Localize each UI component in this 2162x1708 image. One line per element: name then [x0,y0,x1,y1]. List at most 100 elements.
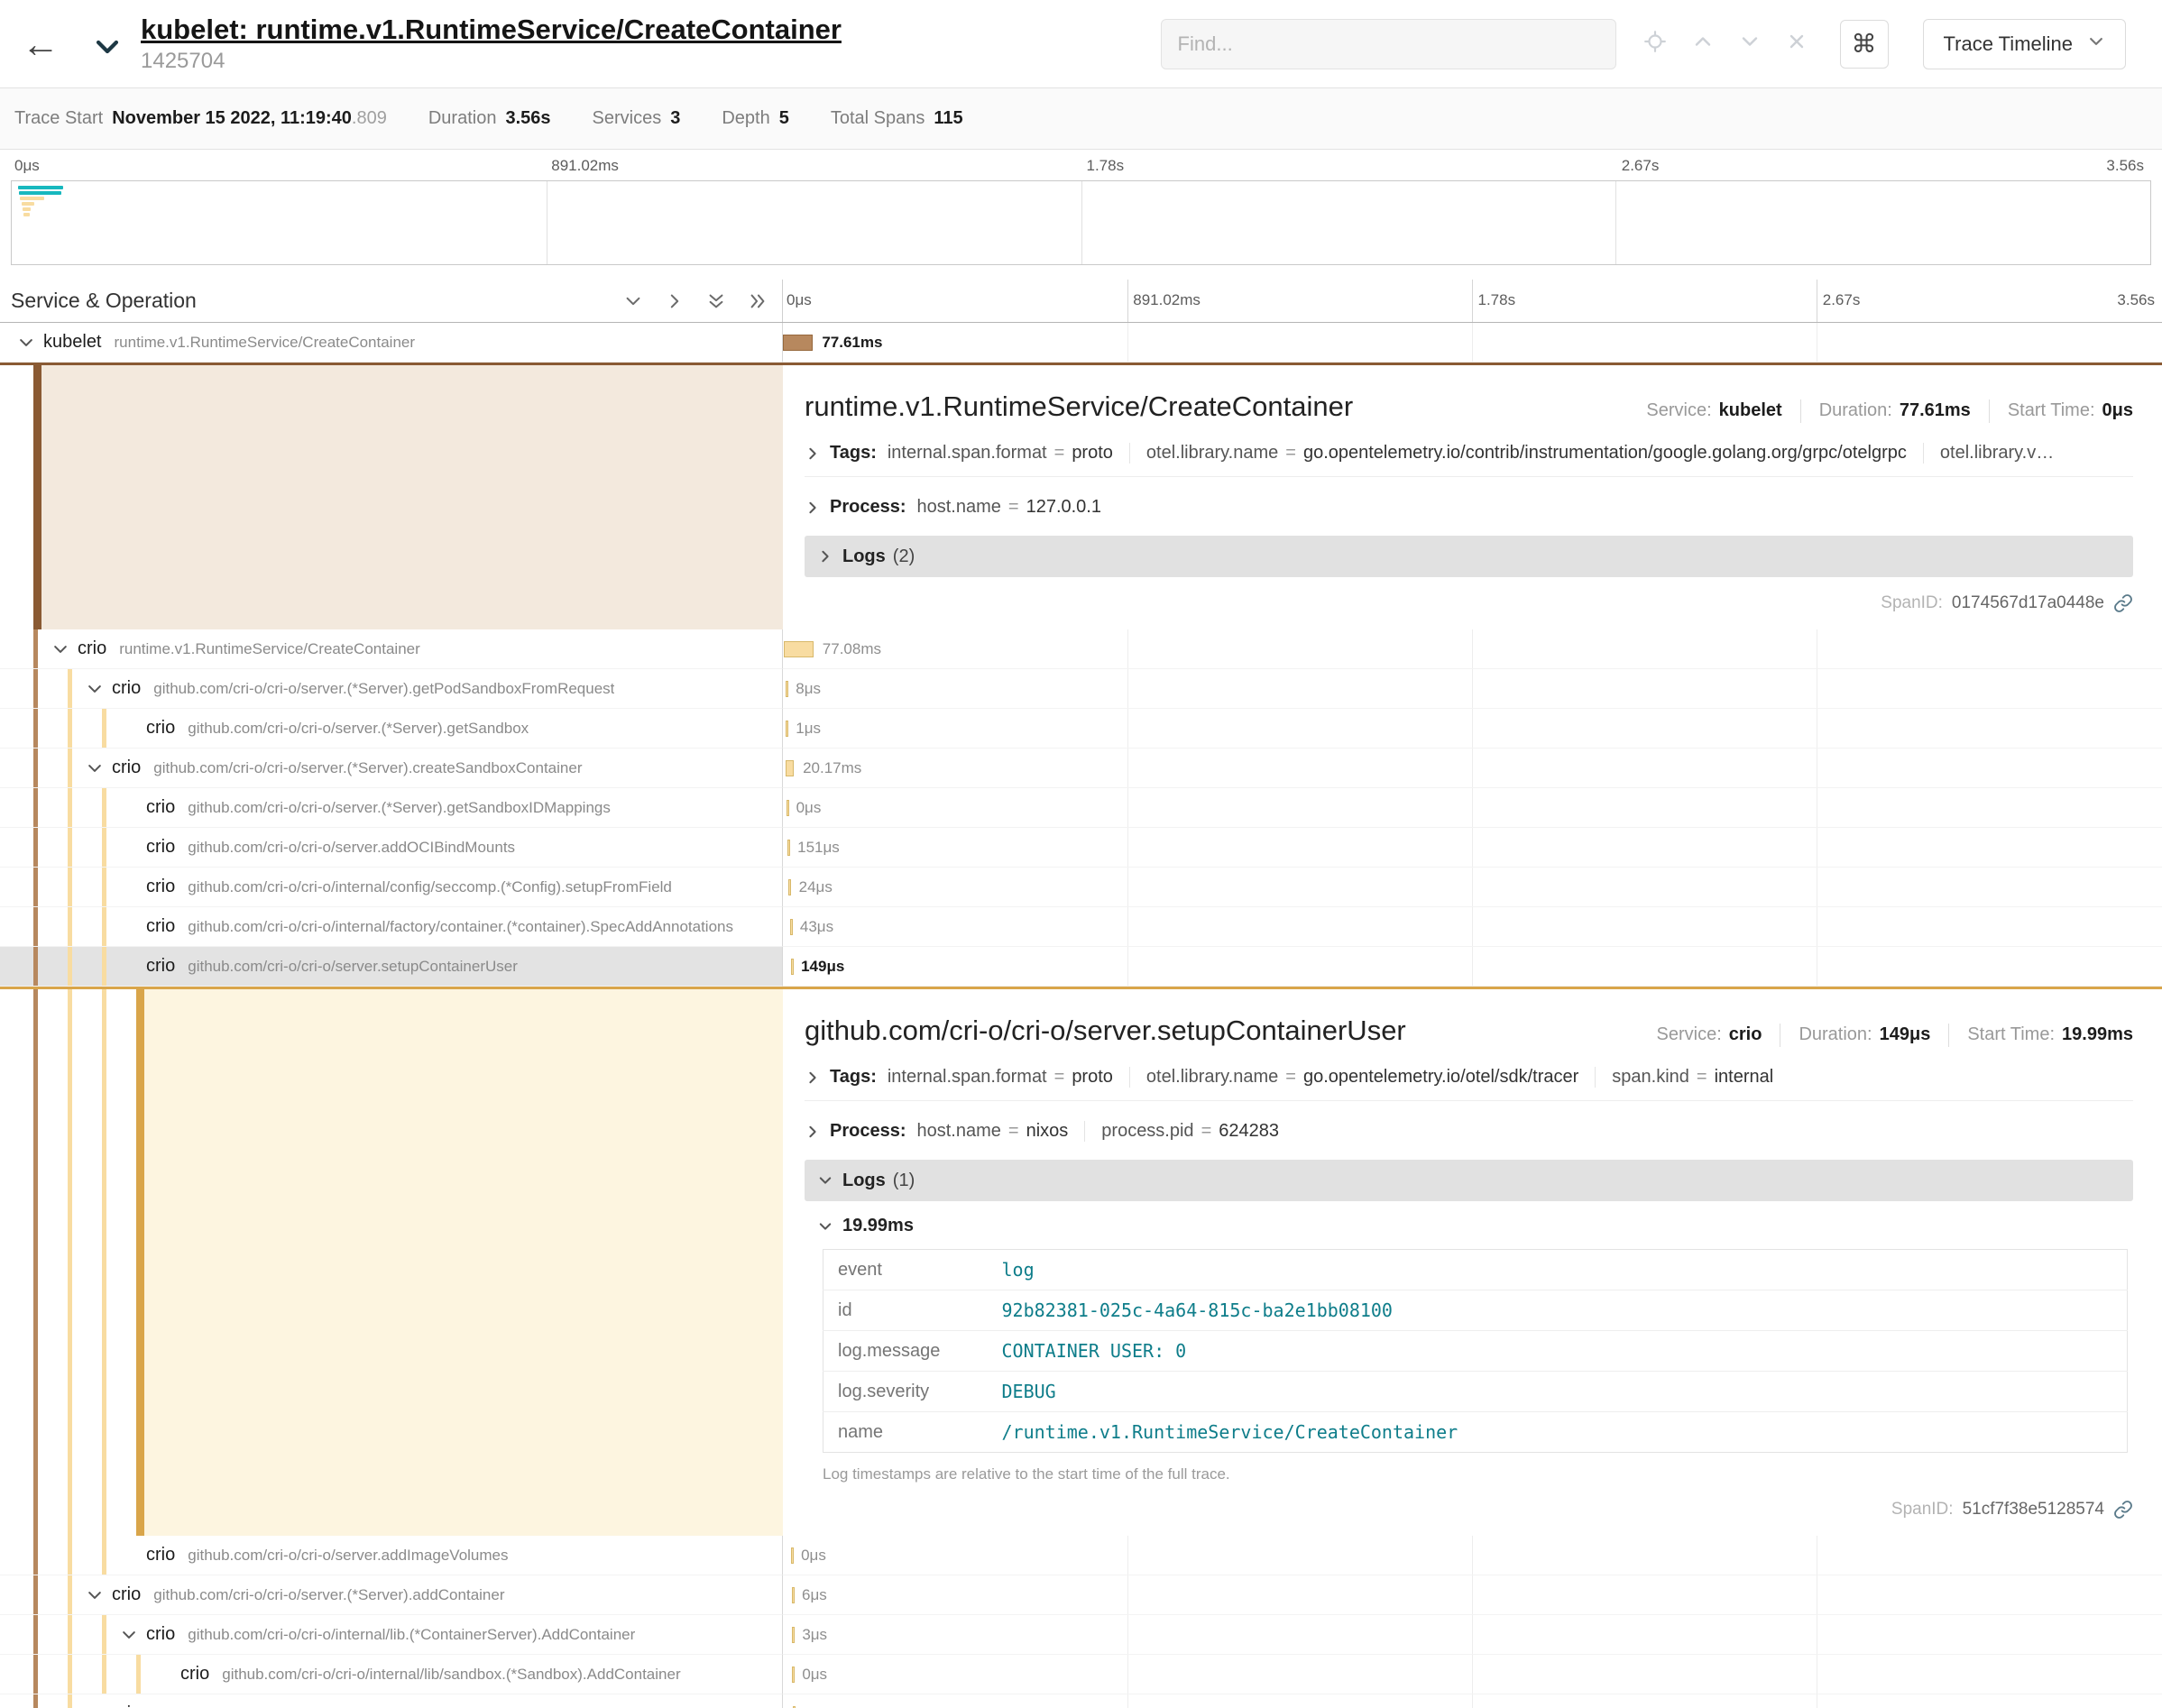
span-operation: github.com/cri-o/cri-o/internal/lib/sand… [222,1666,680,1684]
tag-item: otel.library.name=go.opentelemetry.io/co… [1129,443,1923,464]
span-timeline-cell[interactable]: 3μs [783,1615,2162,1655]
keyboard-shortcuts-button[interactable]: ⌘ [1840,20,1889,69]
expand-chevron-icon[interactable] [45,640,76,658]
collapse-trace-header-icon[interactable] [92,32,123,62]
span-name-cell[interactable]: criogithub.com/cri-o/cri-o/server.(*Serv… [0,709,783,748]
trace-view-selector[interactable]: Trace Timeline [1923,19,2126,69]
span-name-cell[interactable]: criogithub.com/cri-o/cri-o/server.addIma… [0,1536,783,1575]
trace-id: 1425704 [141,49,842,74]
summary-item: Total Spans115 [831,108,963,129]
span-timeline-cell[interactable]: 43μs [783,907,2162,947]
span-bar[interactable] [792,1627,795,1643]
tree-indent-guide [33,669,38,708]
expand-chevron-icon[interactable] [805,1070,821,1086]
span-bar[interactable] [792,1587,795,1603]
span-name-cell[interactable]: criogithub.com/cri-o/cri-o/internal/conf… [0,868,783,907]
span-bar[interactable] [788,879,791,895]
span-name-cell[interactable]: crioruntime.v1.RuntimeService/CreateCont… [0,629,783,669]
next-match-icon[interactable] [1739,31,1761,57]
span-row[interactable]: criogithub.com/cri-o/cri-o/server.(*Serv… [0,788,2162,828]
span-bar[interactable] [792,1667,795,1683]
span-name-cell[interactable]: criogithub.com/cri-o/cri-o/server.(*Serv… [0,669,783,709]
span-name-cell[interactable]: criogithub.com/cri-o/cri-o/internal/lib/… [0,1655,783,1694]
expand-chevron-icon[interactable] [79,680,110,698]
expand-chevron-icon[interactable] [805,500,821,516]
span-timeline-cell[interactable]: 1μs [783,709,2162,748]
trace-title-link[interactable]: kubelet: runtime.v1.RuntimeService/Creat… [141,14,842,46]
expand-chevron-icon[interactable] [79,759,110,777]
expand-chevron-icon[interactable] [114,1626,144,1644]
span-bar[interactable] [786,681,788,697]
span-name-cell[interactable]: kubeletruntime.v1.RuntimeService/CreateC… [0,323,783,363]
link-icon[interactable] [2113,1500,2133,1520]
span-name-cell[interactable]: criogithub.com/cri-o/cri-o/server.setupC… [0,947,783,987]
span-row[interactable]: criogithub.com/cri-o/cri-o/server.(*Serv… [0,709,2162,748]
span-bar[interactable] [784,641,814,657]
span-timeline-cell[interactable]: 6μs [783,1575,2162,1615]
span-name-cell[interactable]: criogithub.com/cri-o/cri-o/server.(*Serv… [0,1575,783,1615]
expand-one-icon[interactable] [665,291,685,311]
locate-icon[interactable] [1643,30,1667,58]
span-bar[interactable] [786,760,794,776]
expand-chevron-icon[interactable] [805,445,821,462]
span-timeline-cell[interactable]: 8μs [783,669,2162,709]
span-service: crio [112,678,141,699]
span-timeline-cell[interactable]: 0μs [783,1655,2162,1694]
back-button[interactable]: ← [22,25,70,63]
span-bar[interactable] [783,335,813,351]
span-row[interactable]: criogithub.com/cri-o/cri-o/server.addOCI… [0,828,2162,868]
span-row[interactable]: criogithub.com/cri-o/cri-o/server.(*Serv… [0,1575,2162,1615]
span-timeline-cell[interactable]: 77.61ms [783,323,2162,363]
collapse-one-icon[interactable] [623,291,643,311]
span-timeline-cell[interactable]: 0μs [783,1694,2162,1708]
span-row[interactable]: crioruntime.v1.RuntimeService/CreateCont… [0,629,2162,669]
tree-indent-guide [68,989,72,1536]
span-name-cell[interactable]: criogithub.com/cri-o/cri-o/internal/fact… [0,907,783,947]
span-timeline-cell[interactable]: 149μs [783,947,2162,987]
span-row[interactable]: criogithub.com/cri-o/cri-o/internal/lib.… [0,1615,2162,1655]
span-bar[interactable] [786,721,788,737]
expand-all-icon[interactable] [748,291,768,311]
span-row[interactable]: criogithub.com/cri-o/cri-o/internal/conf… [0,868,2162,907]
logs-header[interactable]: Logs(1) [805,1160,2133,1201]
minimap-canvas[interactable] [11,180,2151,265]
tree-indent-guide [33,828,38,867]
log-fields-table: eventlogid92b82381-025c-4a64-815c-ba2e1b… [823,1249,2128,1453]
span-timeline-cell[interactable]: 151μs [783,828,2162,868]
span-bar[interactable] [787,800,789,816]
clear-find-icon[interactable] [1786,31,1808,57]
span-row[interactable]: criogithub.com/cri-o/cri-o/server.addIma… [0,1536,2162,1575]
span-row[interactable]: criogithub.com/cri-o/cri-o/internal/fact… [0,907,2162,947]
expand-chevron-icon[interactable] [79,1586,110,1604]
expand-chevron-icon[interactable] [11,334,41,352]
collapse-all-icon[interactable] [706,291,726,311]
expand-chevron-icon[interactable] [805,1124,821,1140]
span-timeline-cell[interactable]: 0μs [783,788,2162,828]
span-bar[interactable] [787,840,790,856]
span-row[interactable]: criogithub.com/cri-o/cri-o/internal/lib/… [0,1655,2162,1694]
span-timeline-cell[interactable]: 0μs [783,1536,2162,1575]
span-timeline-cell[interactable]: 77.08ms [783,629,2162,669]
prev-match-icon[interactable] [1692,31,1714,57]
span-duration: 3μs [802,1615,827,1655]
span-row[interactable]: criogithub.com/cri-o/cri-o/server.(*Serv… [0,669,2162,709]
span-name-cell[interactable]: criogithub.com/cri-o/cri-o/server.(*Serv… [0,788,783,828]
span-bar[interactable] [791,1547,794,1564]
span-timeline-cell[interactable]: 20.17ms [783,748,2162,788]
span-bar[interactable] [790,919,793,935]
tags-row: Tags:internal.span.format=protootel.libr… [805,1067,2133,1101]
span-row[interactable]: criogithub.com/cri-o/cri-o/server.(*Serv… [0,748,2162,788]
span-row[interactable]: criogithub.com/cri-o/cri-o/server.setupC… [0,947,2162,987]
span-bar[interactable] [791,959,794,975]
log-entry-header[interactable]: 19.99ms [817,1216,2133,1236]
find-input[interactable] [1161,19,1616,69]
span-name-cell[interactable]: criogithub.com/cri-o/cri-o/server.addOCI… [0,828,783,868]
logs-header[interactable]: Logs(2) [805,536,2133,577]
span-row[interactable]: criogithub.com/cri-o/cri-o/server.(*Serv… [0,1694,2162,1708]
span-timeline-cell[interactable]: 24μs [783,868,2162,907]
link-icon[interactable] [2113,593,2133,613]
span-name-cell[interactable]: criogithub.com/cri-o/cri-o/server.(*Serv… [0,748,783,788]
span-row[interactable]: kubeletruntime.v1.RuntimeService/CreateC… [0,323,2162,363]
span-name-cell[interactable]: criogithub.com/cri-o/cri-o/internal/lib.… [0,1615,783,1655]
span-name-cell[interactable]: criogithub.com/cri-o/cri-o/server.(*Serv… [0,1694,783,1708]
